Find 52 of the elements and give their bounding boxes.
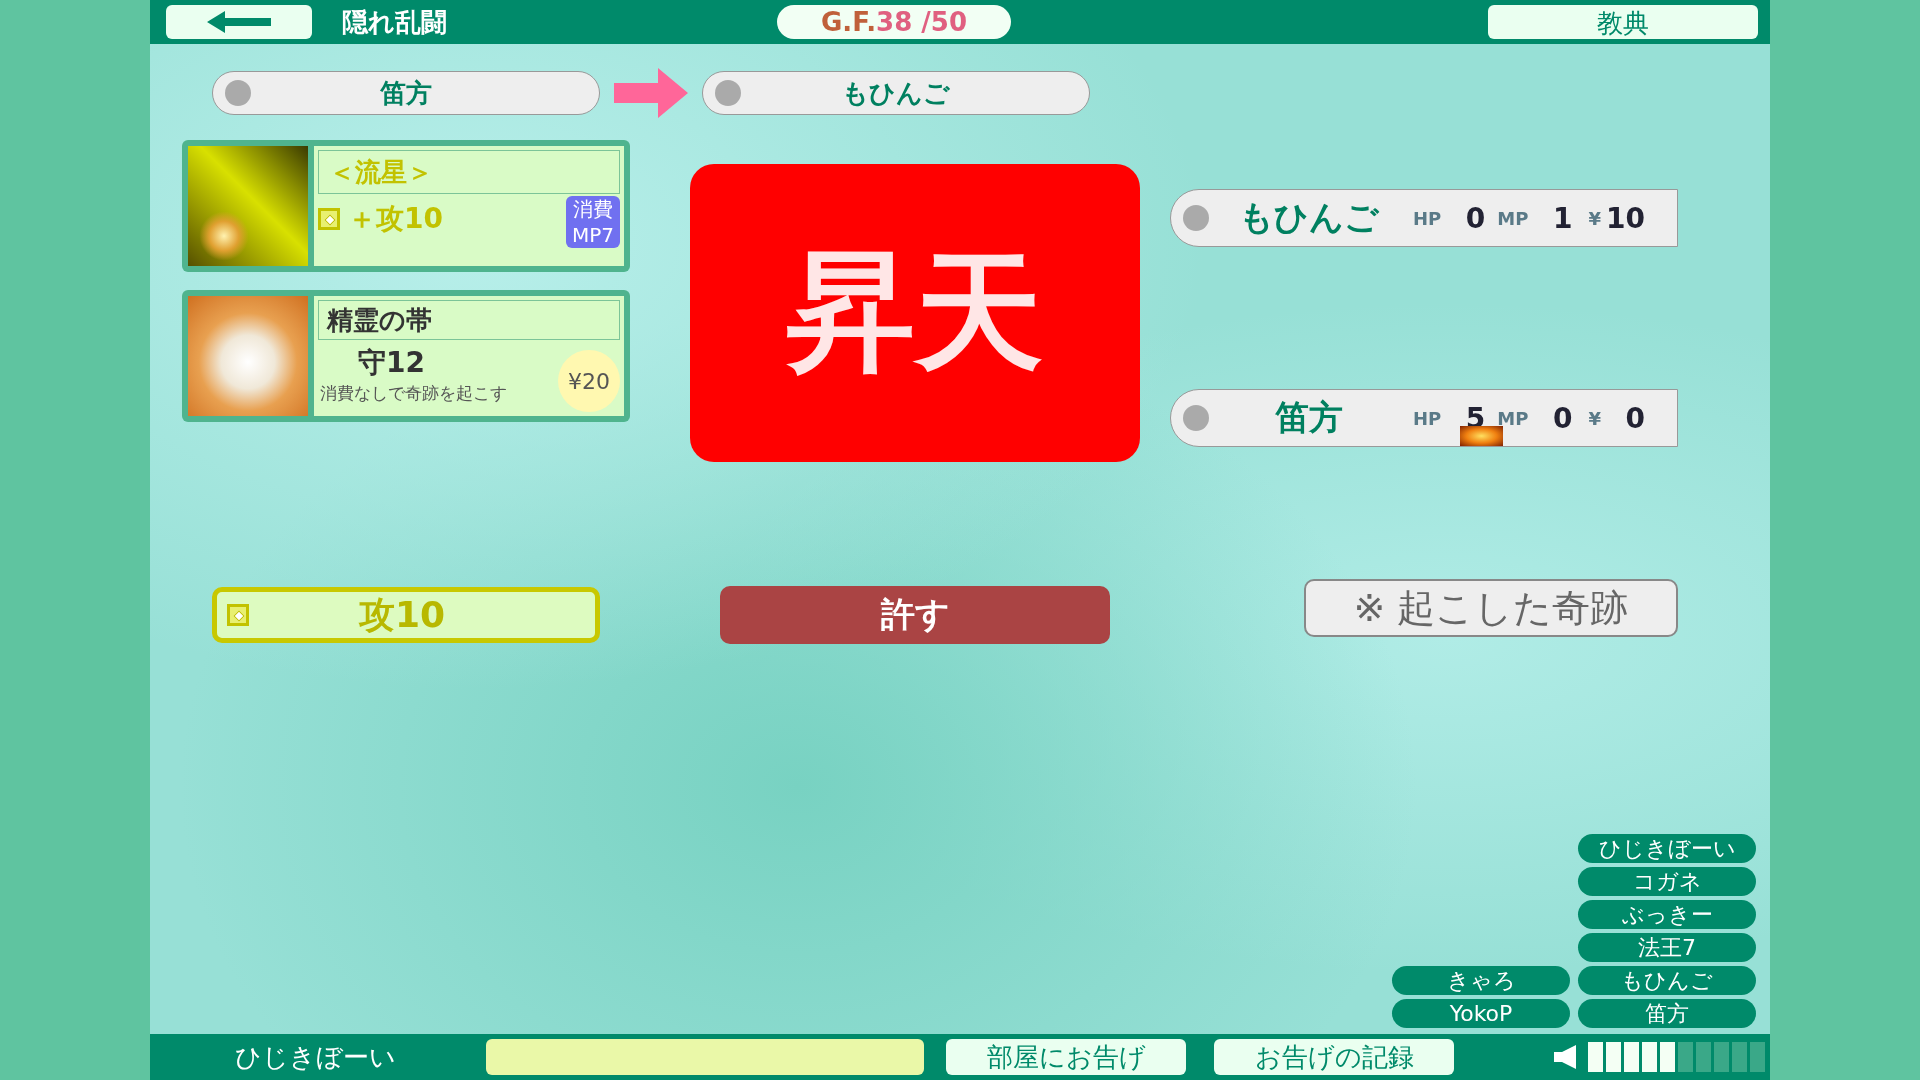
item-description: 消費なしで奇跡を起こす <box>320 382 507 405</box>
defense-stat: 守12 <box>358 345 426 381</box>
effect-badge: 攻10 <box>212 587 600 643</box>
status-dot <box>1183 405 1209 431</box>
player-name: 笛方 <box>1274 396 1344 439</box>
mp-value: 1 <box>1551 201 1573 235</box>
speaker-icon[interactable] <box>1554 1045 1576 1069</box>
result-text: 昇天 <box>787 235 1043 388</box>
player-button[interactable]: ひじきぼーい <box>1578 834 1756 863</box>
hp-label: HP <box>1413 407 1442 429</box>
glossary-button[interactable]: 教典 <box>1488 5 1758 39</box>
player-button[interactable]: YokoP <box>1392 999 1570 1028</box>
card-title: 精霊の帯 <box>318 300 620 340</box>
back-button[interactable] <box>166 5 312 39</box>
player-button[interactable]: 法王7 <box>1578 933 1756 962</box>
card-title: ＜流星＞ <box>318 150 620 194</box>
log-button[interactable]: お告げの記録 <box>1214 1039 1454 1075</box>
cost-badge: 消費 MP7 <box>565 196 620 248</box>
player-button[interactable]: もひんご <box>1578 966 1756 995</box>
miracles-button[interactable]: ※ 起こした奇跡 <box>1304 579 1678 637</box>
price-badge: ¥20 <box>558 350 620 412</box>
status-dot <box>1183 205 1209 231</box>
player-name: 笛方 <box>379 76 433 110</box>
game-counter: G.F.38 /50 <box>777 5 1011 39</box>
hp-label: HP <box>1413 207 1442 229</box>
money-label: ¥ <box>1588 407 1601 429</box>
announce-button[interactable]: 部屋にお告げ <box>946 1039 1186 1075</box>
player-name: もひんご <box>1238 196 1380 239</box>
message-field[interactable] <box>486 1039 924 1075</box>
status-dot <box>715 80 741 106</box>
right-arrow-icon <box>614 68 688 118</box>
player-button[interactable]: コガネ <box>1578 867 1756 896</box>
game-title: 隠れ乱闘 <box>342 5 447 39</box>
miracle-card[interactable]: ＜流星＞ ＋攻10 消費 MP7 <box>182 140 630 272</box>
status-dot <box>225 80 251 106</box>
hp-value: 0 <box>1464 201 1486 235</box>
mp-label: MP <box>1497 207 1529 229</box>
volume-meter[interactable] <box>1588 1042 1765 1072</box>
player-button[interactable]: 笛方 <box>1578 999 1756 1028</box>
forgive-button[interactable]: 許す <box>720 586 1110 644</box>
player-name: もひんご <box>841 76 951 110</box>
money-value: 10 <box>1604 201 1645 235</box>
mp-value: 0 <box>1551 401 1573 435</box>
item-card[interactable]: 精霊の帯 守12 消費なしで奇跡を起こす ¥20 <box>182 290 630 422</box>
player-button[interactable]: ぶっきー <box>1578 900 1756 929</box>
user-name: ひじきぼーい <box>233 1040 397 1074</box>
player-button[interactable]: きゃろ <box>1392 966 1570 995</box>
money-value: 0 <box>1624 401 1645 435</box>
left-arrow-icon <box>207 11 271 33</box>
mp-label: MP <box>1497 407 1529 429</box>
money-label: ¥ <box>1588 207 1601 229</box>
attack-effect: ＋攻10 <box>318 200 443 238</box>
